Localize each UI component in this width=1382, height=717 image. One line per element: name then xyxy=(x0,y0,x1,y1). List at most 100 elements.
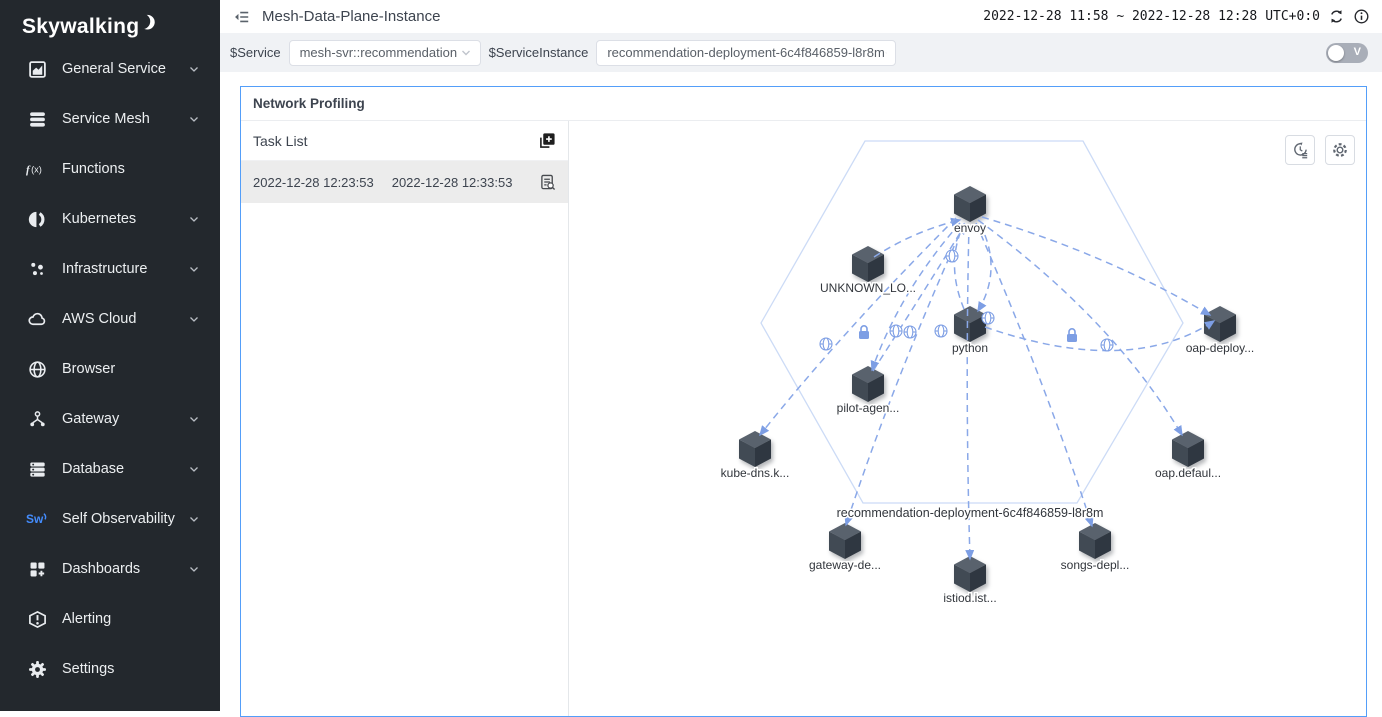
node-istiod[interactable] xyxy=(954,556,986,592)
topology-edge xyxy=(872,223,960,370)
sidebar-item-label: Functions xyxy=(62,161,200,177)
chevron-down-icon xyxy=(188,463,200,475)
node-oap-default[interactable] xyxy=(1172,431,1204,467)
sidebar-item-alerting[interactable]: Alerting xyxy=(0,594,220,644)
sidebar-item-label: AWS Cloud xyxy=(62,311,188,327)
task-list-title: Task List xyxy=(253,133,539,149)
sidebar-item-label: Self Observability xyxy=(62,511,188,527)
topology-edge xyxy=(874,220,960,257)
toggle-knob xyxy=(1328,45,1344,61)
service-instance-select[interactable]: recommendation-deployment-6c4f846859-l8r… xyxy=(596,40,896,66)
svg-text:(x): (x) xyxy=(31,164,42,174)
node-songs-dep[interactable] xyxy=(1079,523,1111,559)
task-list: Task List 2022-12-28 12:23:53 xyxy=(241,121,569,716)
node-python[interactable] xyxy=(954,306,986,342)
chevron-down-icon xyxy=(188,513,200,525)
edit-mode-toggle[interactable]: V xyxy=(1326,43,1368,63)
refresh-icon[interactable] xyxy=(1328,8,1345,25)
sidebar-item-label: Database xyxy=(62,461,188,477)
topology-edge xyxy=(982,217,1210,315)
task-row[interactable]: 2022-12-28 12:23:53 2022-12-28 12:33:53 xyxy=(241,161,568,203)
sidebar-item-aws-cloud[interactable]: AWS Cloud xyxy=(0,294,220,344)
time-range-picker[interactable]: 2022-12-28 11:58 ~ 2022-12-28 12:28 xyxy=(983,9,1257,24)
sidebar-item-self-observability[interactable]: Sw Self Observability xyxy=(0,494,220,544)
node-pilot-agent[interactable] xyxy=(852,366,884,402)
node-label-pilot-agent: pilot-agen... xyxy=(837,401,900,415)
service-select[interactable]: mesh-svr::recommendation xyxy=(289,40,481,66)
globe-icon xyxy=(935,325,947,337)
logo-crescent-icon xyxy=(140,13,158,33)
main-area: Mesh-Data-Plane-Instance 2022-12-28 11:5… xyxy=(220,0,1382,711)
globe-icon xyxy=(982,312,994,324)
database-icon xyxy=(26,460,48,479)
globe-icon xyxy=(820,338,832,350)
globe-icon xyxy=(1101,339,1113,351)
topology-canvas[interactable]: envoyUNKNOWN_LO...pythonpilot-agen...kub… xyxy=(569,125,1366,707)
node-label-unknown-local: UNKNOWN_LO... xyxy=(820,281,916,295)
topology-graph: envoyUNKNOWN_LO...pythonpilot-agen...kub… xyxy=(569,121,1366,716)
sidebar-item-label: Gateway xyxy=(62,411,188,427)
node-envoy[interactable] xyxy=(954,186,986,222)
info-icon[interactable] xyxy=(1353,8,1370,25)
instance-select-value: recommendation-deployment-6c4f846859-l8r… xyxy=(607,45,884,60)
sidebar-item-settings[interactable]: Settings xyxy=(0,644,220,694)
app-root: Skywalking General ServiceService Meshf(… xyxy=(0,0,1382,711)
sidebar-item-label: Kubernetes xyxy=(62,211,188,227)
sidebar-item-label: General Service xyxy=(62,61,188,77)
graph-settings-icon xyxy=(1331,141,1349,159)
node-kube-dns[interactable] xyxy=(739,431,771,467)
sidebar-item-functions[interactable]: f(x) Functions xyxy=(0,144,220,194)
sidebar-item-infrastructure[interactable]: Infrastructure xyxy=(0,244,220,294)
function-icon: f(x) xyxy=(26,160,48,178)
layers-icon xyxy=(26,110,48,129)
sidebar-item-service-mesh[interactable]: Service Mesh xyxy=(0,94,220,144)
chevron-down-icon xyxy=(885,47,888,59)
graph-tools xyxy=(1285,135,1355,165)
toggle-label: V xyxy=(1354,46,1361,58)
add-task-icon[interactable] xyxy=(539,132,556,149)
sidebar-item-browser[interactable]: Browser xyxy=(0,344,220,394)
sidebar-item-kubernetes[interactable]: Kubernetes xyxy=(0,194,220,244)
sidebar-item-gateway[interactable]: Gateway xyxy=(0,394,220,444)
sidebar-item-label: Dashboards xyxy=(62,561,188,577)
task-history-button[interactable] xyxy=(1285,135,1315,165)
globe-icon xyxy=(946,250,958,262)
page-title: Mesh-Data-Plane-Instance xyxy=(262,8,440,25)
task-start-time: 2022-12-28 12:23:53 xyxy=(253,175,374,190)
sidebar: Skywalking General ServiceService Meshf(… xyxy=(0,0,220,711)
sidebar-item-label: Browser xyxy=(62,361,200,377)
sidebar-item-label: Settings xyxy=(62,661,200,677)
view-task-icon[interactable] xyxy=(540,174,556,191)
globe-icon xyxy=(26,360,48,379)
menu-collapse-icon[interactable] xyxy=(228,9,256,25)
sidebar-item-general-service[interactable]: General Service xyxy=(0,44,220,94)
node-label-istiod: istiod.ist... xyxy=(943,591,996,605)
node-label-envoy: envoy xyxy=(954,221,986,235)
node-label-gateway-dep: gateway-de... xyxy=(809,558,881,572)
topology-edge xyxy=(976,223,1092,526)
chevron-down-icon xyxy=(188,63,200,75)
panel-title: Network Profiling xyxy=(241,87,1366,121)
sidebar-menu: General Service Service Mesh f(x) Functions… xyxy=(0,44,220,694)
lock-icon xyxy=(1067,329,1077,342)
cloud-icon xyxy=(26,310,48,329)
task-list-header: Task List xyxy=(241,121,568,161)
sidebar-item-dashboards[interactable]: Dashboards xyxy=(0,544,220,594)
network-profiling-panel: Network Profiling Task List xyxy=(240,86,1367,717)
topology-edge xyxy=(978,220,1182,435)
sidebar-item-label: Infrastructure xyxy=(62,261,188,277)
skywalking-icon: Sw xyxy=(26,510,48,528)
chevron-down-icon xyxy=(188,413,200,425)
node-gateway-dep[interactable] xyxy=(829,523,861,559)
gear-icon xyxy=(26,660,48,679)
node-label-oap-default: oap.defaul... xyxy=(1155,466,1221,480)
node-unknown-local[interactable] xyxy=(852,246,884,282)
kubernetes-icon xyxy=(26,210,48,229)
sidebar-item-database[interactable]: Database xyxy=(0,444,220,494)
node-label-kube-dns: kube-dns.k... xyxy=(721,466,790,480)
panel-body: Task List 2022-12-28 12:23:53 xyxy=(241,121,1366,716)
service-var-label: $Service xyxy=(230,45,281,60)
instance-var-label: $ServiceInstance xyxy=(489,45,589,60)
alert-icon xyxy=(26,610,48,629)
graph-settings-button[interactable] xyxy=(1325,135,1355,165)
